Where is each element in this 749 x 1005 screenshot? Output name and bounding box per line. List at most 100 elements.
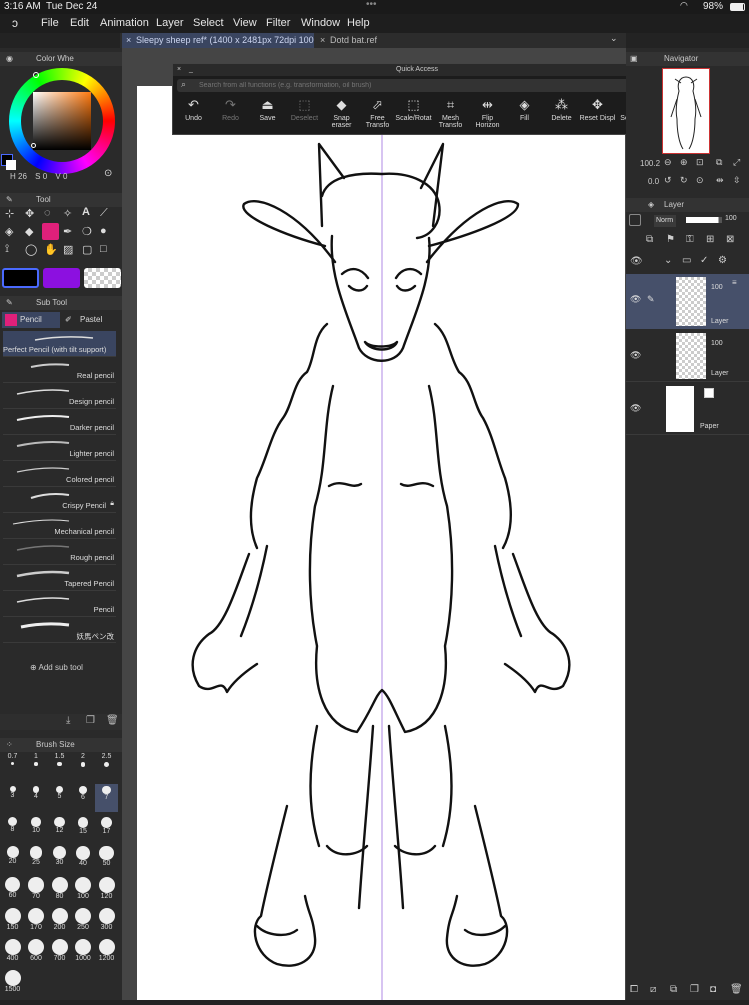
- subtool-item[interactable]: Lighter pencil: [3, 435, 116, 461]
- brush-size-option[interactable]: 10: [25, 815, 48, 843]
- hand-tool-icon[interactable]: ✋: [44, 243, 58, 256]
- checkmark-icon[interactable]: ✓: [700, 255, 708, 266]
- tab-dotd-bat[interactable]: × Dotd bat.ref: [316, 33, 426, 48]
- close-tab-icon[interactable]: ×: [320, 33, 325, 48]
- brush-size-option[interactable]: 50: [95, 846, 118, 874]
- menu-file[interactable]: File: [41, 17, 59, 29]
- rotate-right-icon[interactable]: ↻: [680, 175, 688, 186]
- flip-horizontal-button[interactable]: ⇹ Flip Horizon: [469, 95, 506, 133]
- blend-tool-icon[interactable]: ❍: [82, 225, 92, 238]
- flip-h-icon[interactable]: ⇹: [716, 175, 724, 186]
- brush-size-option[interactable]: 2: [72, 753, 95, 781]
- lock-layer-icon[interactable]: ⊞: [706, 234, 714, 245]
- new-raster-layer-icon[interactable]: ⧠: [630, 984, 638, 995]
- eye-icon[interactable]: 👁︎: [630, 256, 643, 267]
- clip-icon[interactable]: ⧉: [646, 234, 653, 245]
- menu-edit[interactable]: Edit: [70, 17, 89, 29]
- subtool-item[interactable]: Crispy Pencil 🔒︎: [3, 487, 116, 513]
- eye-icon[interactable]: 👁︎: [630, 350, 641, 361]
- close-icon[interactable]: ×: [177, 64, 181, 76]
- menu-icon[interactable]: ≡: [732, 278, 737, 287]
- quick-access-search[interactable]: ⌕ ⊗: [177, 79, 657, 92]
- fill-button[interactable]: ◈ Fill: [506, 95, 543, 133]
- tab-sleepy-sheep[interactable]: × Sleepy sheep ref* (1400 x 2481px 72dpi…: [122, 33, 314, 48]
- layer-item-paper[interactable]: 👁︎ Paper: [626, 383, 749, 435]
- expand-icon[interactable]: ⤢: [733, 157, 740, 168]
- menu-select[interactable]: Select: [193, 17, 224, 29]
- brush-size-option[interactable]: 300: [95, 908, 118, 936]
- move-tool-icon[interactable]: ✥: [25, 207, 34, 220]
- new-folder-icon[interactable]: ⧉: [670, 984, 677, 995]
- layer-color-icon[interactable]: [629, 214, 641, 226]
- rotate-left-icon[interactable]: ↺: [664, 175, 672, 186]
- brush-size-option[interactable]: 1000: [72, 939, 95, 967]
- pen-icon[interactable]: ✒: [63, 225, 72, 238]
- brush-size-option[interactable]: 15: [72, 815, 95, 843]
- brush-size-option[interactable]: 250: [72, 908, 95, 936]
- opacity-value[interactable]: 100: [725, 215, 737, 222]
- menu-layer[interactable]: Layer: [156, 17, 184, 29]
- lasso-tool-icon[interactable]: ◌: [44, 207, 51, 219]
- zoom-out-icon[interactable]: ⊖: [664, 157, 672, 168]
- menu-view[interactable]: View: [233, 17, 257, 29]
- figure-tool-icon[interactable]: ▢: [82, 243, 92, 256]
- brush-size-option[interactable]: 0.7: [1, 753, 24, 781]
- brush-size-option[interactable]: 150: [1, 908, 24, 936]
- chevron-down-icon[interactable]: ⌄: [610, 33, 618, 44]
- menu-animation[interactable]: Animation: [100, 17, 149, 29]
- brush-size-option[interactable]: 17: [95, 815, 118, 843]
- rotation-value[interactable]: 0.0: [648, 177, 659, 186]
- zoom-tool-icon[interactable]: ⊹: [5, 207, 14, 220]
- brush-size-option[interactable]: 25: [25, 846, 48, 874]
- eyedropper-icon[interactable]: ⟟: [5, 243, 9, 256]
- sub-color-chip[interactable]: [43, 268, 80, 288]
- pencil-tool-icon[interactable]: [42, 223, 59, 240]
- color-handle[interactable]: [31, 143, 36, 148]
- trash-icon[interactable]: 🗑︎: [106, 715, 119, 726]
- brush-size-option[interactable]: 120: [95, 877, 118, 905]
- chevron-down-icon[interactable]: ⌄: [664, 255, 672, 266]
- fit-icon[interactable]: ⊡: [696, 157, 704, 168]
- brush-size-option[interactable]: 80: [48, 877, 71, 905]
- quick-access-search-input[interactable]: [199, 80, 639, 91]
- copy-layer-icon[interactable]: ❐: [690, 984, 699, 995]
- menu-help[interactable]: Help: [347, 17, 370, 29]
- brush-size-option[interactable]: 20: [1, 846, 24, 874]
- brush-size-option[interactable]: 4: [25, 784, 48, 812]
- save-button[interactable]: ⏏ Save: [249, 95, 286, 133]
- reset-rotation-icon[interactable]: ⊙: [696, 175, 704, 186]
- brush-size-option[interactable]: 400: [1, 939, 24, 967]
- speech-balloon-icon[interactable]: ◯: [25, 243, 37, 256]
- saturation-value-square[interactable]: [33, 92, 91, 150]
- deselect-button[interactable]: ⬚ Deselect: [286, 95, 323, 133]
- frame-tool-icon[interactable]: □: [100, 243, 107, 255]
- main-color-chip[interactable]: [2, 268, 39, 288]
- close-tab-icon[interactable]: ×: [126, 33, 131, 48]
- ruler-tool-icon[interactable]: ⟋: [100, 207, 108, 220]
- undo-button[interactable]: ↶ Undo: [175, 95, 212, 133]
- gradient-tool-icon[interactable]: ▨: [63, 243, 73, 256]
- zoom-value[interactable]: 100.2: [640, 159, 660, 168]
- mask-icon[interactable]: ⊠: [726, 234, 734, 245]
- download-icon[interactable]: ⤓: [66, 715, 70, 726]
- brush-size-option[interactable]: 5: [48, 784, 71, 812]
- subtool-item[interactable]: Colored pencil: [3, 461, 116, 487]
- flip-v-icon[interactable]: ⇳: [733, 175, 741, 186]
- app-logo-icon[interactable]: ↄ: [12, 16, 18, 30]
- menu-window[interactable]: Window: [301, 17, 340, 29]
- brush-size-option[interactable]: 1200: [95, 939, 118, 967]
- lock-alpha-icon[interactable]: ⚿: [686, 234, 694, 245]
- brush-size-option[interactable]: 1.5: [48, 753, 71, 781]
- duplicate-icon[interactable]: ❐: [86, 715, 95, 726]
- subtool-item[interactable]: Real pencil: [3, 357, 116, 383]
- color-settings-icon[interactable]: ⊙: [104, 168, 112, 179]
- mesh-transform-button[interactable]: ⌗ Mesh Transfo: [432, 95, 469, 133]
- layer-settings-icon[interactable]: ⚙: [718, 255, 727, 266]
- delete-button[interactable]: ⁂ Delete: [543, 95, 580, 133]
- scale-rotate-button[interactable]: ⬚ Scale/Rotat: [395, 95, 432, 133]
- airbrush-icon[interactable]: ●: [100, 225, 107, 237]
- menu-filter[interactable]: Filter: [266, 17, 290, 29]
- mask-layer-icon[interactable]: ◘: [710, 984, 716, 995]
- fill-tool-icon[interactable]: ◈: [5, 225, 13, 238]
- opacity-slider[interactable]: [686, 217, 722, 223]
